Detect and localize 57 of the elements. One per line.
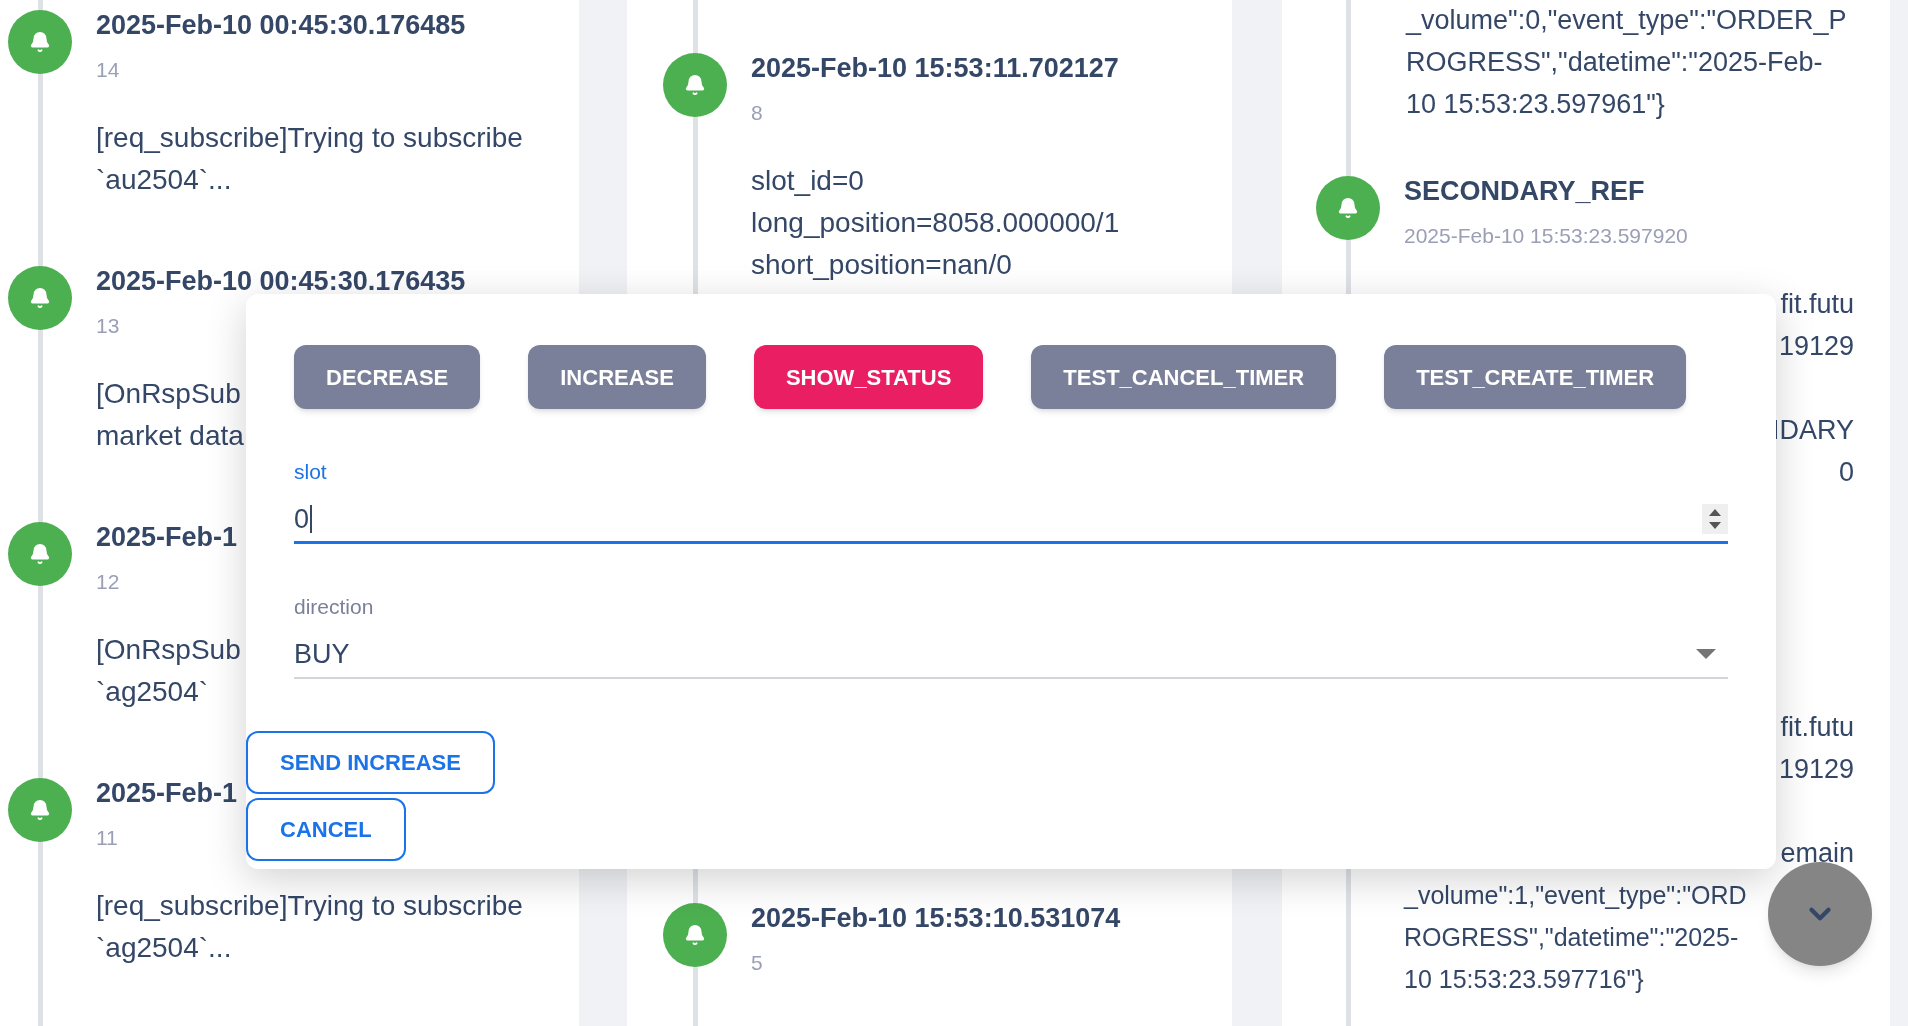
- entry-text: 0: [1838, 456, 1854, 489]
- entry-text: _volume":0,"event_type":"ORDER_P: [1406, 4, 1847, 37]
- entry-title: 2025-Feb-10 15:53:11.702127: [751, 52, 1119, 85]
- entry-subtitle: 12: [96, 569, 120, 595]
- entry-text: 10 15:53:23.597961"}: [1406, 88, 1665, 121]
- entry-text: fit.futu: [1780, 288, 1854, 321]
- entry-text: _volume":1,"event_type":"ORD: [1404, 880, 1747, 911]
- entry-subtitle: 5: [751, 950, 763, 976]
- entry-text: ROGRESS","datetime":"2025-Feb-: [1406, 46, 1823, 79]
- entry-text: `ag2504`: [96, 675, 209, 709]
- bell-icon: [29, 543, 51, 565]
- entry-text: 19129: [1778, 330, 1854, 363]
- entry-text: fit.futu: [1780, 711, 1854, 744]
- action-button[interactable]: DECREASE: [294, 345, 481, 409]
- field-label: slot: [294, 459, 328, 485]
- entry-subtitle: 8: [751, 100, 763, 126]
- entry-text: emain: [1780, 837, 1854, 870]
- entry-subtitle: 13: [96, 313, 120, 339]
- entry-text: market data: [96, 419, 244, 453]
- spinner-icon[interactable]: [1702, 504, 1728, 534]
- number-field[interactable]: 0: [294, 497, 1728, 544]
- bell-icon: [684, 924, 706, 946]
- entry-subtitle: 14: [96, 57, 120, 83]
- entry-subtitle: 2025-Feb-10 15:53:23.597920: [1404, 223, 1688, 249]
- action-button[interactable]: INCREASE: [528, 345, 706, 409]
- bell-icon: [29, 287, 51, 309]
- outline-button[interactable]: SEND INCREASE: [246, 731, 495, 794]
- bell-icon: [684, 74, 706, 96]
- dropdown-caret-icon[interactable]: [1696, 648, 1716, 661]
- select-field[interactable]: BUY: [294, 632, 1728, 679]
- entry-title: 2025-Feb-1: [96, 777, 238, 810]
- outline-button[interactable]: CANCEL: [246, 798, 406, 861]
- entry-text: `au2504`...: [96, 163, 232, 197]
- bell-icon: [29, 799, 51, 821]
- entry-subtitle: 11: [96, 825, 118, 851]
- entry-text: [req_subscribe]Trying to subscribe: [96, 121, 523, 155]
- entry-text: 10 15:53:23.597716"}: [1404, 964, 1644, 995]
- entry-title: 2025-Feb-1: [96, 521, 238, 554]
- action-button[interactable]: TEST_CANCEL_TIMER: [1031, 345, 1337, 409]
- bell-icon: [1337, 197, 1359, 219]
- entry-text: `ag2504`...: [96, 931, 232, 965]
- entry-title: SECONDARY_REF: [1404, 175, 1645, 208]
- entry-text: ROGRESS","datetime":"2025-: [1404, 922, 1739, 953]
- bell-icon: [29, 31, 51, 53]
- entry-text: [OnRspSub: [96, 377, 241, 411]
- entry-title: 2025-Feb-10 15:53:10.531074: [751, 902, 1121, 935]
- entry-text: 19129: [1778, 753, 1854, 786]
- entry-text: [req_subscribe]Trying to subscribe: [96, 889, 523, 923]
- entry-text: slot_id=0: [751, 164, 864, 198]
- action-button[interactable]: SHOW_STATUS: [753, 345, 984, 409]
- field-label: direction: [294, 594, 375, 620]
- entry-text: short_position=nan/0: [751, 248, 1012, 282]
- action-button[interactable]: TEST_CREATE_TIMER: [1384, 345, 1687, 409]
- entry-title: 2025-Feb-10 00:45:30.176485: [96, 9, 466, 42]
- entry-text: [OnRspSub: [96, 633, 241, 667]
- entry-text: long_position=8058.000000/1: [751, 206, 1120, 240]
- entry-title: 2025-Feb-10 00:45:30.176435: [96, 265, 466, 298]
